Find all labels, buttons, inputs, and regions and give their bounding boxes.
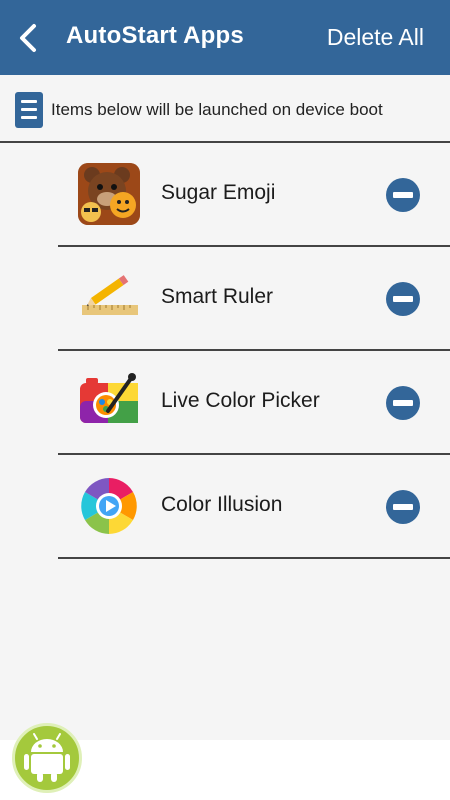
list-item: Live Color Picker: [58, 351, 450, 455]
app-bar: AutoStart Apps Delete All: [0, 0, 450, 75]
list-item: Sugar Emoji: [58, 143, 450, 247]
minus-icon: [393, 296, 413, 302]
back-button[interactable]: [10, 18, 46, 58]
minus-icon: [393, 504, 413, 510]
list-item: Smart Ruler: [58, 247, 450, 351]
app-name: Sugar Emoji: [161, 181, 276, 204]
live-color-picker-icon: [78, 371, 140, 433]
info-text: Items below will be launched on device b…: [51, 100, 383, 119]
remove-button[interactable]: [386, 490, 420, 524]
android-button[interactable]: [12, 723, 82, 793]
remove-button[interactable]: [386, 282, 420, 316]
sugar-emoji-icon: [78, 163, 140, 225]
back-arrow-icon: [20, 24, 36, 52]
page-title: AutoStart Apps: [66, 22, 244, 49]
color-illusion-icon: [78, 475, 140, 537]
app-name: Live Color Picker: [161, 389, 320, 412]
smart-ruler-icon: [78, 267, 140, 329]
autostart-screen: AutoStart Apps Delete All Items below wi…: [0, 0, 450, 800]
list-icon: [15, 92, 43, 128]
delete-all-button[interactable]: Delete All: [327, 24, 424, 51]
minus-icon: [393, 192, 413, 198]
app-name: Color Illusion: [161, 493, 283, 516]
remove-button[interactable]: [386, 178, 420, 212]
android-icon: [24, 733, 70, 782]
list-item: Color Illusion: [58, 455, 450, 559]
minus-icon: [393, 400, 413, 406]
remove-button[interactable]: [386, 386, 420, 420]
app-name: Smart Ruler: [161, 285, 274, 308]
